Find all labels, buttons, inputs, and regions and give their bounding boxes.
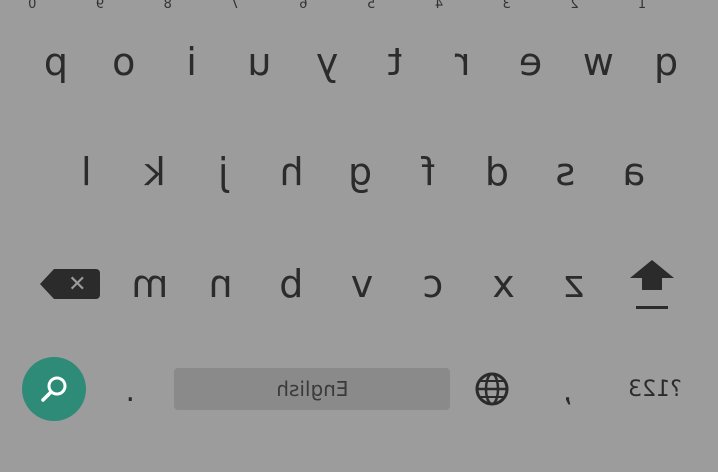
keyboard-row-3: z x c v b n m ✕ <box>0 252 718 316</box>
key-label: o <box>112 40 136 84</box>
key-w[interactable]: w2 <box>564 0 632 94</box>
key-c[interactable]: c <box>397 252 468 316</box>
period-key[interactable]: . <box>95 359 165 419</box>
comma-key[interactable]: , <box>533 359 603 419</box>
backspace-key[interactable]: ✕ <box>30 252 114 316</box>
key-u[interactable]: u7 <box>225 0 293 94</box>
key-g[interactable]: g <box>326 140 394 204</box>
key-h[interactable]: h <box>257 140 325 204</box>
key-o[interactable]: o9 <box>90 0 158 94</box>
key-n[interactable]: n <box>185 252 256 316</box>
key-f[interactable]: f <box>394 140 462 204</box>
key-e[interactable]: e3 <box>497 0 565 94</box>
key-label: q <box>654 40 679 84</box>
key-z[interactable]: z <box>539 252 610 316</box>
key-hint: 0 <box>28 0 37 12</box>
key-d[interactable]: d <box>463 140 531 204</box>
keyboard-row-4: ?123 , English . <box>0 354 718 424</box>
key-k[interactable]: k <box>121 140 189 204</box>
key-label: t <box>387 40 403 84</box>
key-hint: 8 <box>163 0 172 12</box>
space-bar[interactable]: English <box>174 368 451 410</box>
key-t[interactable]: t5 <box>361 0 429 94</box>
key-label: w <box>582 40 614 84</box>
key-l[interactable]: l <box>52 140 120 204</box>
key-label: i <box>186 40 197 84</box>
key-hint: 7 <box>231 0 240 12</box>
key-hint: 2 <box>570 0 579 12</box>
key-hint: 9 <box>95 0 105 12</box>
key-hint: 4 <box>434 0 444 12</box>
key-hint: 5 <box>367 0 376 12</box>
globe-icon <box>475 372 509 406</box>
keyboard-row-1: q1 w2 e3 r4 t5 y6 u7 i8 o9 p0 <box>0 0 718 94</box>
key-m[interactable]: m <box>115 252 186 316</box>
shift-icon <box>629 259 674 309</box>
key-label: r <box>454 40 471 84</box>
key-p[interactable]: p0 <box>22 0 90 94</box>
key-s[interactable]: s <box>531 140 599 204</box>
key-q[interactable]: q1 <box>632 0 700 94</box>
key-hint: 6 <box>299 0 308 12</box>
keyboard: q1 w2 e3 r4 t5 y6 u7 i8 o9 p0 a s d f g … <box>0 0 718 472</box>
symbols-key[interactable]: ?123 <box>612 359 698 419</box>
key-y[interactable]: y6 <box>293 0 361 94</box>
space-label: English <box>276 377 349 401</box>
key-b[interactable]: b <box>256 252 327 316</box>
key-hint: 3 <box>502 0 511 12</box>
keyboard-row-2: a s d f g h j k l <box>0 140 718 204</box>
shift-key[interactable] <box>610 252 694 316</box>
key-hint: 1 <box>638 0 647 12</box>
key-v[interactable]: v <box>327 252 398 316</box>
key-j[interactable]: j <box>189 140 257 204</box>
backspace-icon: ✕ <box>54 269 101 299</box>
key-label: p <box>43 40 68 84</box>
key-label: u <box>247 40 272 84</box>
key-r[interactable]: r4 <box>429 0 497 94</box>
key-i[interactable]: i8 <box>158 0 226 94</box>
key-a[interactable]: a <box>600 140 668 204</box>
search-icon <box>41 376 67 402</box>
language-key[interactable] <box>460 359 524 419</box>
key-label: e <box>518 40 543 84</box>
key-label: y <box>315 40 339 84</box>
search-button[interactable] <box>22 357 87 421</box>
key-x[interactable]: x <box>468 252 539 316</box>
